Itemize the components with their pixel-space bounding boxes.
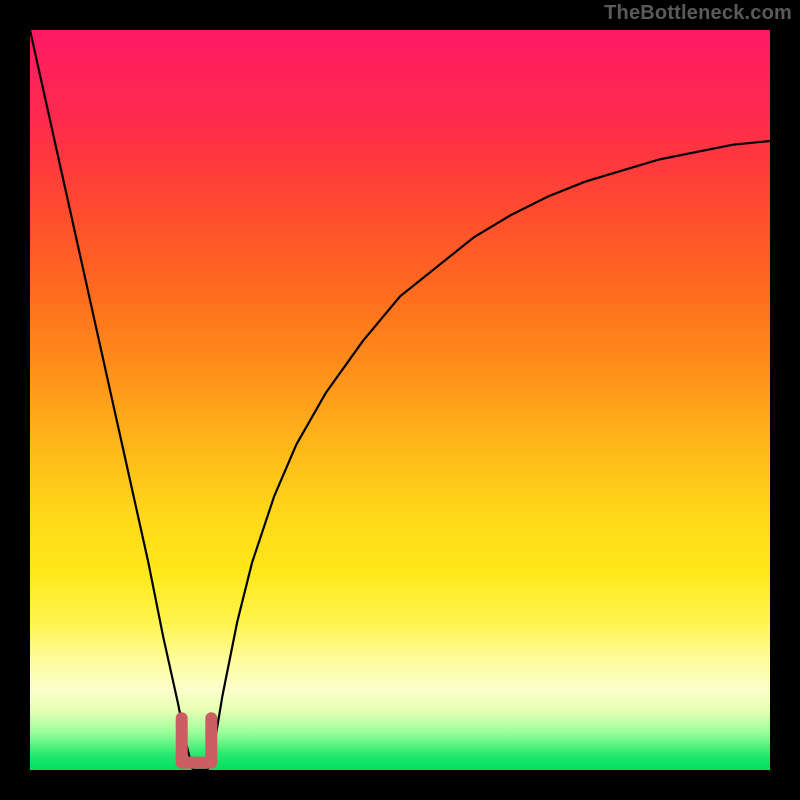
- notch-shape: [182, 718, 212, 762]
- bottleneck-curve: [30, 30, 770, 770]
- plot-area: [30, 30, 770, 770]
- chart-frame: TheBottleneck.com: [0, 0, 800, 800]
- watermark-text: TheBottleneck.com: [604, 2, 792, 25]
- curve-layer: [30, 30, 770, 770]
